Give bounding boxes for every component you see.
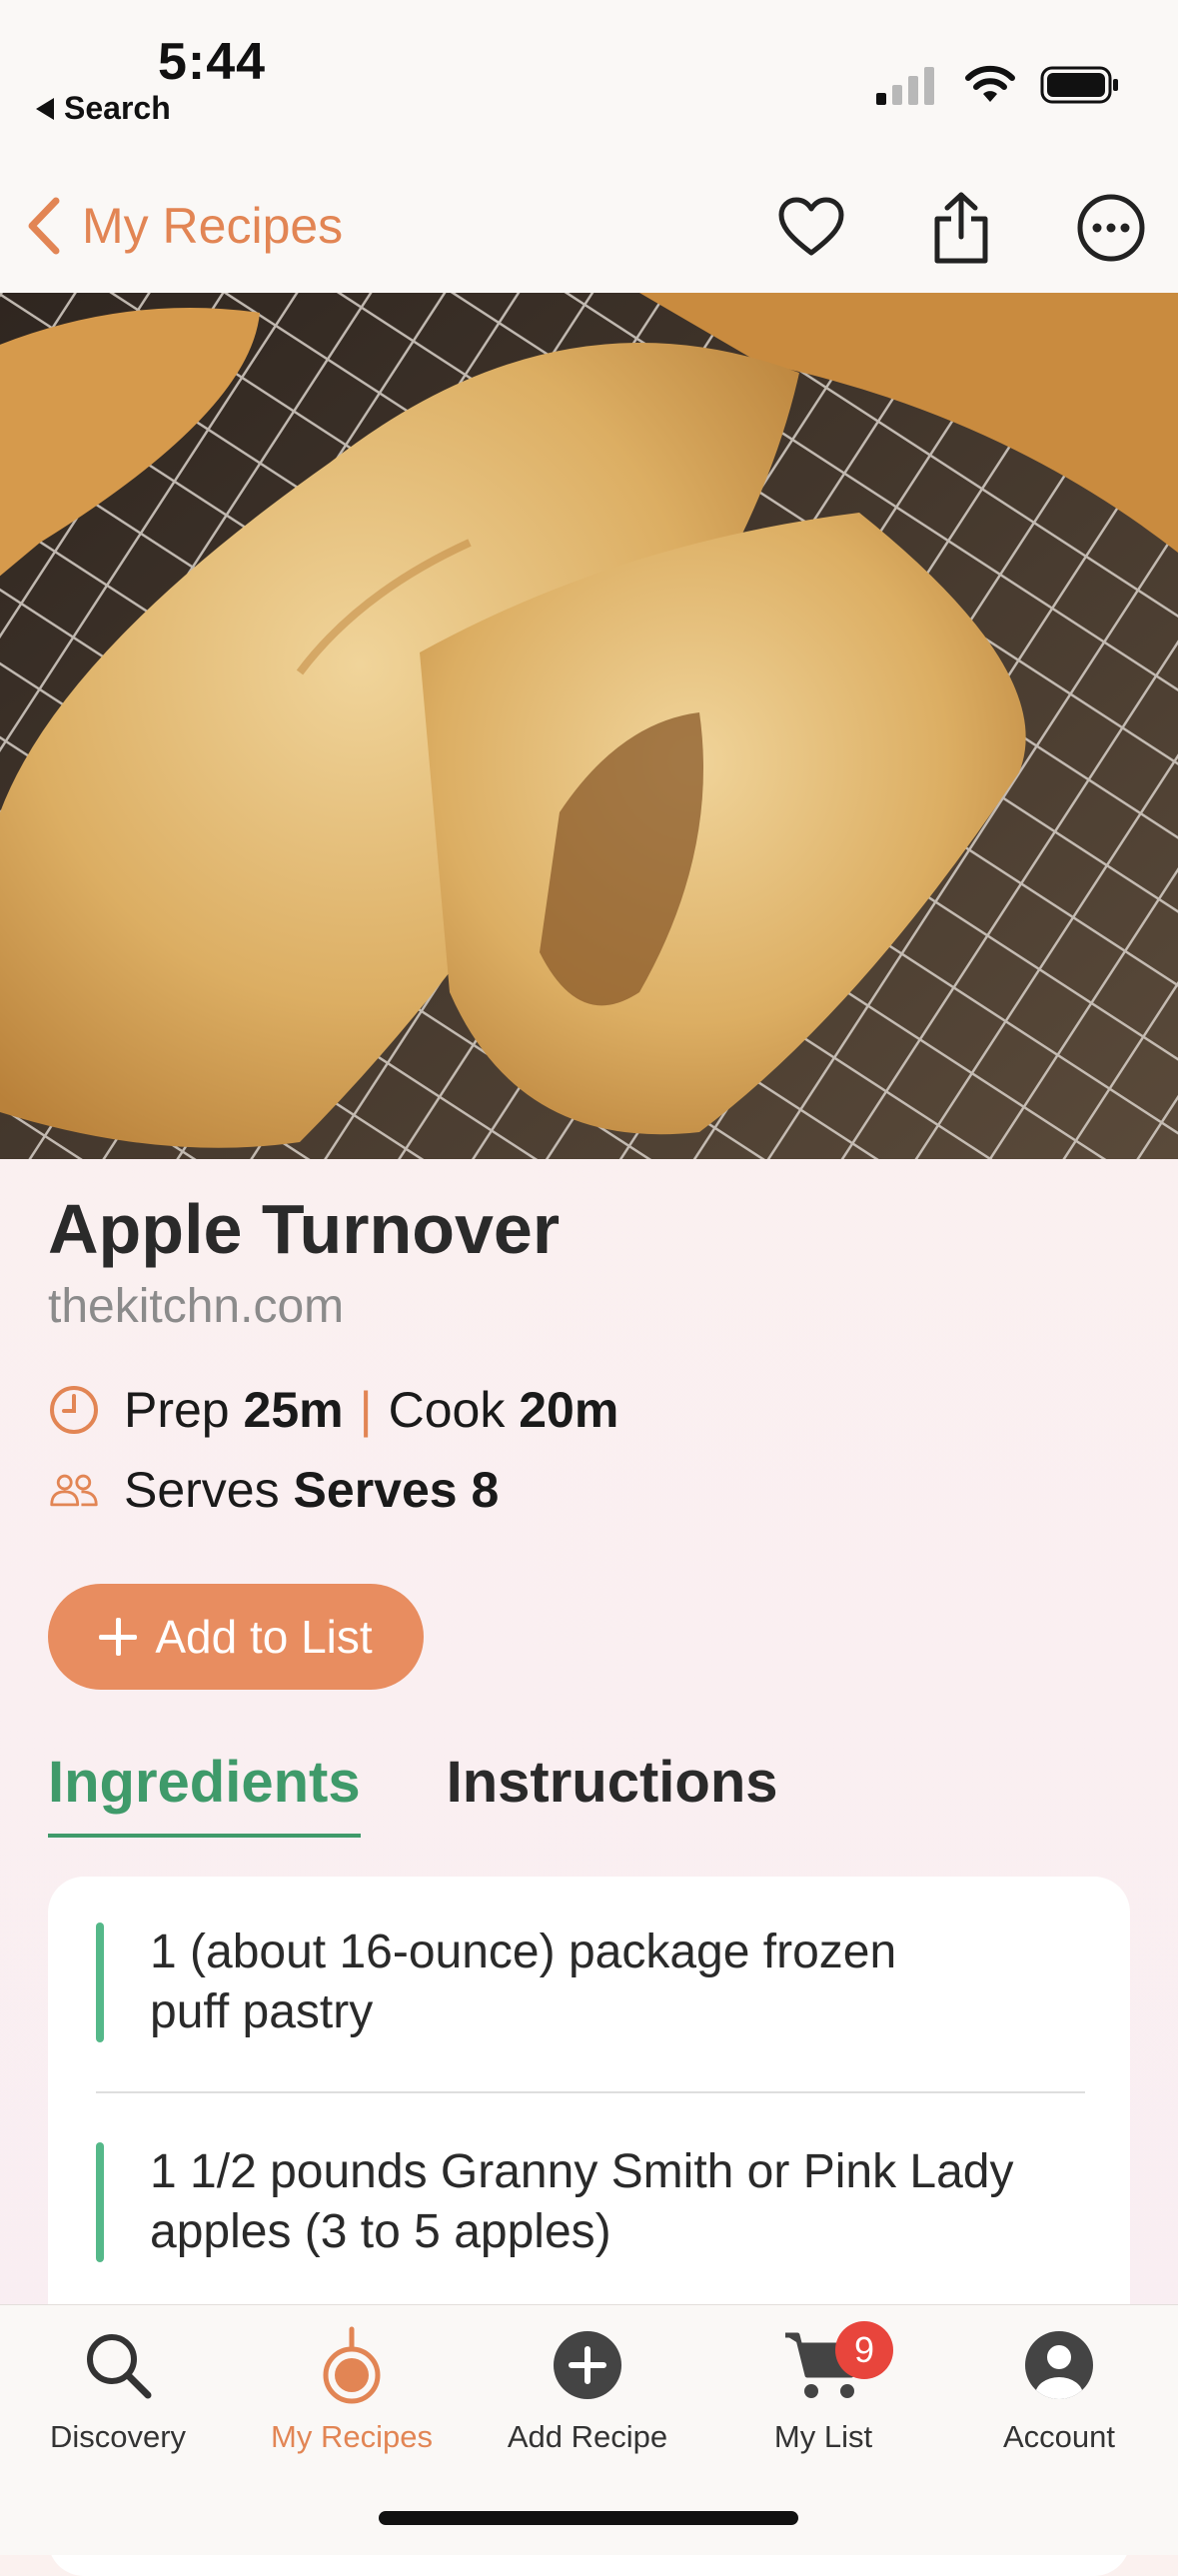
ingredient-item[interactable]: 1 (about 16-ounce) package frozen puff p… <box>96 1923 1085 2042</box>
tabbar-item-my-recipes[interactable]: My Recipes <box>252 2325 452 2455</box>
nav-actions <box>774 191 1148 265</box>
nav-bar: My Recipes <box>0 165 1178 293</box>
more-options-button[interactable] <box>1074 191 1148 265</box>
person-icon <box>1019 2325 1099 2405</box>
tabbar-item-add-recipe[interactable]: Add Recipe <box>488 2325 687 2455</box>
back-to-search-link[interactable]: Search <box>36 90 171 127</box>
ingredient-text: 1 (about 16-ounce) package frozen puff p… <box>150 1923 896 2042</box>
prep-label: Prep <box>124 1382 230 1438</box>
plus-circle-icon <box>548 2325 627 2405</box>
ingredient-line: 1 1/2 pounds Granny Smith or Pink Lady <box>150 2145 1014 2198</box>
apple-turnover-photo <box>0 293 1178 1159</box>
ingredient-divider <box>96 2091 1085 2093</box>
tabbar-label: Discovery <box>49 2419 187 2454</box>
ingredient-line: apples (3 to 5 apples) <box>150 2205 611 2258</box>
recipe-title: Apple Turnover <box>48 1190 561 1268</box>
back-button-label: My Recipes <box>82 198 344 254</box>
battery-icon <box>1040 66 1118 104</box>
tab-instructions[interactable]: Instructions <box>447 1749 778 1838</box>
wifi-icon <box>965 65 1015 102</box>
serves-row: Serves Serves 8 <box>48 1461 499 1519</box>
ingredient-line: 1 (about 16-ounce) package frozen <box>150 1926 897 1978</box>
tabbar-label: My List <box>773 2419 873 2454</box>
prep-value: 25m <box>243 1382 344 1438</box>
recipe-source[interactable]: thekitchn.com <box>48 1279 344 1334</box>
home-indicator[interactable] <box>379 2511 798 2525</box>
search-icon <box>78 2325 158 2405</box>
favorite-button[interactable] <box>774 191 848 265</box>
tabbar-label: Account <box>1002 2419 1115 2454</box>
more-icon <box>1077 194 1145 262</box>
back-to-my-recipes-button[interactable]: My Recipes <box>24 195 343 257</box>
ingredient-marker <box>96 2142 104 2262</box>
tabbar-label: Add Recipe <box>507 2419 668 2454</box>
cook-value: 20m <box>519 1382 619 1438</box>
recipe-photo <box>0 293 1178 1159</box>
serves-value: Serves 8 <box>293 1462 500 1518</box>
heart-icon <box>778 197 844 256</box>
add-to-list-button[interactable]: Add to List <box>48 1584 424 1690</box>
serves-label: Serves <box>124 1462 280 1518</box>
add-to-list-label: Add to List <box>155 1611 373 1663</box>
tabbar-item-my-list[interactable]: 9 My List <box>723 2321 923 2455</box>
ingredient-text: 1 1/2 pounds Granny Smith or Pink Lady a… <box>150 2142 1014 2262</box>
tab-ingredients[interactable]: Ingredients <box>48 1749 361 1838</box>
clock-icon <box>48 1384 100 1436</box>
ingredient-item[interactable]: 1 1/2 pounds Granny Smith or Pink Lady a… <box>96 2142 1085 2262</box>
share-button[interactable] <box>924 191 998 265</box>
cart-badge: 9 <box>835 2321 893 2379</box>
share-icon <box>934 192 988 264</box>
ingredient-marker <box>96 1923 104 2042</box>
signal-icon <box>876 67 934 105</box>
back-triangle-icon <box>36 97 54 120</box>
back-to-search-label: Search <box>64 90 171 126</box>
chevron-left-icon <box>28 197 60 255</box>
time-row: Prep 25m | Cook 20m <box>48 1381 618 1439</box>
recipe-tabs: Ingredients Instructions <box>48 1749 778 1838</box>
cook-label: Cook <box>388 1382 506 1438</box>
tabbar-item-discovery[interactable]: Discovery <box>18 2325 218 2455</box>
pot-icon <box>312 2325 392 2405</box>
status-time: 5:44 <box>158 33 267 91</box>
plus-icon <box>99 1618 138 1656</box>
ingredient-line: puff pastry <box>150 1985 374 2038</box>
people-icon <box>48 1464 100 1516</box>
tabbar-item-account[interactable]: Account <box>959 2325 1159 2455</box>
status-icons <box>874 64 1120 106</box>
status-bar: 5:44 Search <box>0 0 1178 165</box>
meta-separator: | <box>359 1382 373 1438</box>
tabbar-label: My Recipes <box>271 2419 433 2454</box>
